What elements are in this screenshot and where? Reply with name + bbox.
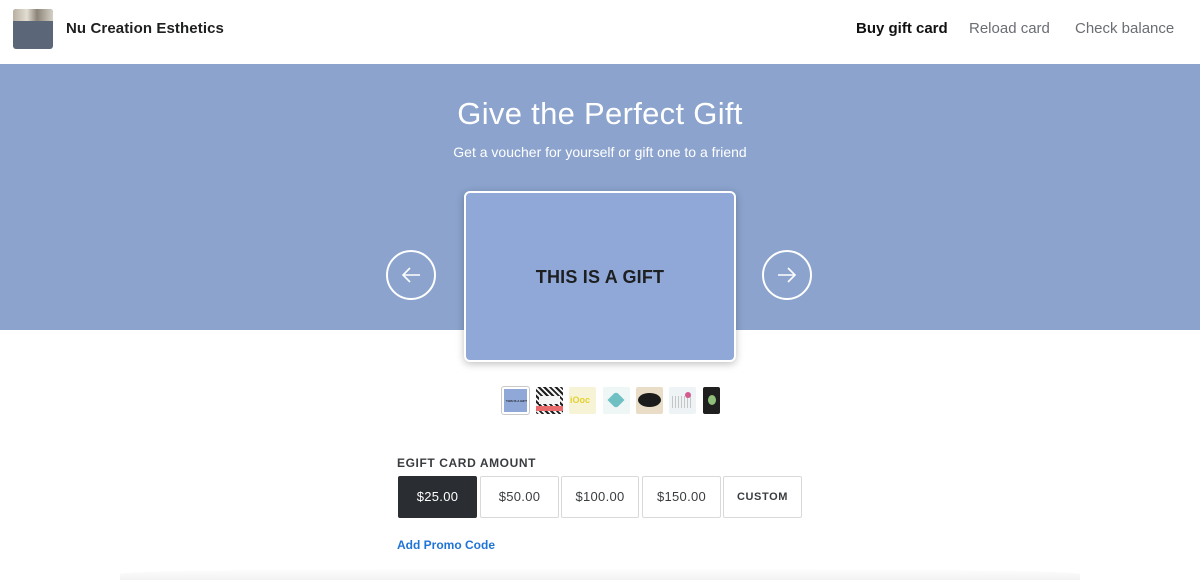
- thumb-pattern-band: [536, 406, 563, 411]
- gift-card-text: THIS IS A GIFT: [535, 267, 665, 287]
- nav-reload-card[interactable]: Reload card: [969, 20, 1050, 37]
- egift-amount-label: EGIFT CARD AMOUNT: [397, 456, 537, 470]
- next-design-button[interactable]: [762, 250, 812, 300]
- design-thumb-dark-leaf[interactable]: [703, 387, 720, 414]
- design-thumb-this-is-a-gift[interactable]: THIS IS A GIFT: [502, 387, 529, 414]
- business-name[interactable]: Nu Creation Esthetics: [66, 20, 224, 37]
- thumb-lines-dot: [685, 392, 691, 398]
- design-thumb-yellow-script[interactable]: iOoc: [569, 387, 596, 414]
- hero-subtitle: Get a voucher for yourself or gift one t…: [453, 144, 747, 160]
- heart-icon: [607, 391, 625, 409]
- previous-design-button[interactable]: [386, 250, 436, 300]
- amount-option-25[interactable]: $25.00: [398, 476, 477, 518]
- amount-option-100[interactable]: $100.00: [561, 476, 639, 518]
- nav-buy-gift-card[interactable]: Buy gift card: [856, 20, 948, 37]
- design-thumb-heart[interactable]: [603, 387, 630, 414]
- design-thumb-pattern[interactable]: [536, 387, 563, 414]
- gift-card-preview: THIS IS A GIFT: [464, 191, 736, 362]
- design-thumb-lines[interactable]: [669, 387, 696, 414]
- business-logo[interactable]: [13, 9, 53, 49]
- content-panel-shadow: [120, 568, 1080, 580]
- logo-photo-strip: [13, 9, 53, 21]
- amount-option-custom[interactable]: CUSTOM: [723, 476, 802, 518]
- amount-option-150[interactable]: $150.00: [642, 476, 721, 518]
- hero-title: Give the Perfect Gift: [457, 96, 743, 131]
- thumb-text: THIS IS A GIFT: [506, 399, 527, 403]
- add-promo-code-link[interactable]: Add Promo Code: [397, 538, 495, 552]
- design-thumb-congrats[interactable]: [636, 387, 663, 414]
- thumb-pattern-label: [539, 396, 560, 404]
- arrow-right-icon: [778, 267, 797, 283]
- amount-option-50[interactable]: $50.00: [480, 476, 559, 518]
- nav-check-balance[interactable]: Check balance: [1075, 20, 1174, 37]
- thumb-congrats-blob: [638, 393, 661, 407]
- thumb-lines-art: [672, 396, 693, 408]
- site-header: Nu Creation Esthetics Buy gift card Relo…: [0, 0, 1200, 65]
- leaf-icon: [708, 395, 716, 405]
- thumb-script-text: iOoc: [570, 395, 591, 405]
- arrow-left-icon: [401, 267, 420, 283]
